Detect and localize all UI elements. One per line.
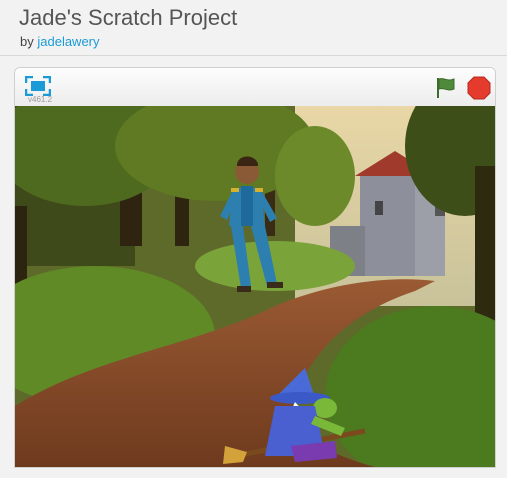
green-flag-button[interactable] xyxy=(434,76,458,100)
stop-button[interactable] xyxy=(467,76,491,100)
project-title: Jade's Scratch Project xyxy=(19,5,238,30)
scratch-player: v461.2 xyxy=(14,67,496,468)
stage[interactable] xyxy=(15,106,495,467)
author-link[interactable]: jadelawery xyxy=(37,34,99,49)
fullscreen-icon xyxy=(24,75,52,97)
byline: by jadelawery xyxy=(20,34,100,49)
project-header: Jade's Scratch Project by jadelawery xyxy=(0,0,507,56)
stage-scene xyxy=(15,106,495,467)
stop-icon xyxy=(467,76,491,100)
player-controls: v461.2 xyxy=(15,68,495,107)
green-flag-icon xyxy=(437,78,455,98)
version-label: v461.2 xyxy=(28,95,53,104)
by-label: by xyxy=(20,34,34,49)
fullscreen-button[interactable] xyxy=(24,75,52,97)
